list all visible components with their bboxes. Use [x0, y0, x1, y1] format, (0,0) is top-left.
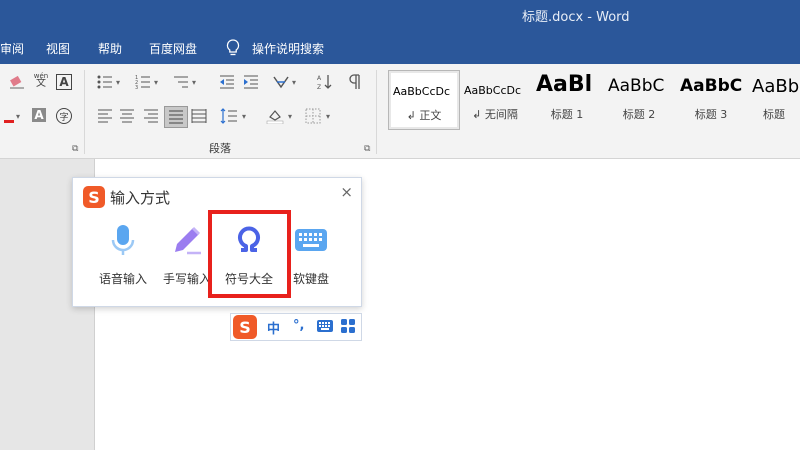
style-title[interactable]: AaBb 标题 [748, 70, 800, 128]
char-shading-icon[interactable]: A [32, 108, 46, 122]
menu-baidu-netdisk[interactable]: 百度网盘 [149, 40, 197, 57]
pencil-icon [175, 226, 201, 255]
style-name: 标题 [763, 108, 785, 121]
numbering-dropdown[interactable]: ▾ [154, 78, 158, 87]
svg-text:3: 3 [135, 85, 138, 89]
style-sample: AaBbCcDc [464, 84, 522, 97]
style-heading-2[interactable]: AaBbC 标题 2 [604, 70, 674, 128]
ime-status-toolbar: S 中 °, [230, 313, 362, 341]
style-normal[interactable]: AaBbCcDc ↲ 正文 [388, 70, 460, 130]
sort-icon[interactable]: AZ [316, 74, 334, 90]
increase-indent-icon[interactable] [242, 74, 260, 90]
punctuation-toggle[interactable]: °, [293, 318, 304, 333]
highlight-annotation-box [208, 210, 291, 298]
logo-letter: S [239, 317, 251, 337]
style-sample: AaBbC [680, 76, 743, 96]
align-center-icon[interactable] [118, 108, 136, 124]
logo-letter: S [88, 187, 100, 207]
enclose-char-text: 字 [59, 112, 69, 123]
borders-icon[interactable] [304, 108, 322, 124]
ribbon-separator [376, 70, 377, 154]
font-color-dropdown[interactable]: ▾ [16, 112, 20, 121]
bullets-dropdown[interactable]: ▾ [116, 78, 120, 87]
microphone-icon [111, 225, 135, 255]
menu-help[interactable]: 帮助 [98, 40, 122, 57]
grid-icon[interactable] [341, 319, 355, 333]
style-sample: AaBl [536, 72, 593, 97]
style-sample: AaBbC [608, 76, 665, 96]
menu-view[interactable]: 视图 [46, 40, 70, 57]
ime-panel-title: 输入方式 [110, 189, 171, 207]
multilevel-list-icon[interactable] [172, 74, 190, 90]
style-heading-3[interactable]: AaBbC 标题 3 [676, 70, 746, 128]
sogou-logo[interactable]: S [233, 315, 257, 339]
phonetic-char: 文 [36, 78, 46, 89]
lightbulb-icon[interactable] [226, 39, 240, 57]
shading-dropdown[interactable]: ▾ [288, 112, 292, 121]
menu-bar: 审阅 视图 帮助 百度网盘 操作说明搜索 [0, 32, 800, 64]
tell-me-search[interactable]: 操作说明搜索 [252, 40, 324, 57]
svg-text:Z: Z [317, 84, 321, 90]
keyboard-icon [295, 229, 327, 251]
paragraph-dialog-launcher[interactable]: ⧉ [364, 144, 370, 154]
enclose-char-icon[interactable]: 字 [56, 108, 72, 124]
ribbon-separator [84, 70, 85, 154]
style-sample: AaBb [752, 76, 800, 97]
align-left-icon[interactable] [96, 108, 114, 124]
paragraph-group-label: 段落 [209, 142, 231, 155]
chinese-layout-dropdown[interactable]: ▾ [292, 78, 296, 87]
title-bar: 标题.docx - Word [0, 0, 800, 32]
style-heading-1[interactable]: AaBl 标题 1 [532, 70, 602, 128]
svg-text:A: A [317, 75, 322, 82]
align-right-icon[interactable] [142, 108, 160, 124]
style-no-spacing[interactable]: AaBbCcDc ↲ 无间隔 [460, 70, 530, 128]
keyboard-icon[interactable] [317, 320, 333, 332]
clear-format-icon[interactable] [8, 74, 26, 90]
style-name: 标题 1 [550, 108, 584, 121]
chinese-mode-toggle[interactable]: 中 [267, 318, 280, 337]
style-name: 标题 2 [622, 108, 656, 121]
distributed-icon[interactable] [190, 108, 208, 124]
sogou-logo: S [83, 186, 105, 208]
chinese-layout-icon[interactable] [272, 74, 290, 90]
style-name: 标题 3 [694, 108, 728, 121]
decrease-indent-icon[interactable] [218, 74, 236, 90]
borders-dropdown[interactable]: ▾ [326, 112, 330, 121]
bullets-icon[interactable] [96, 74, 114, 90]
option-label: 语音输入 [98, 272, 147, 286]
font-dialog-launcher[interactable]: ⧉ [72, 144, 78, 154]
justify-icon[interactable] [164, 106, 188, 128]
voice-input-option[interactable]: 语音输入 [93, 222, 153, 292]
menu-review[interactable]: 审阅 [0, 40, 24, 57]
shading-icon[interactable] [266, 108, 284, 124]
numbering-icon[interactable]: 123 [134, 74, 152, 90]
phonetic-guide-icon[interactable]: wén 文 [32, 72, 50, 89]
style-sample: AaBbCcDc [393, 85, 451, 98]
multilevel-dropdown[interactable]: ▾ [192, 78, 196, 87]
window-title: 标题.docx - Word [522, 10, 630, 25]
char-border-icon[interactable]: A [56, 74, 72, 90]
style-name: ↲ 正文 [406, 109, 442, 122]
styles-gallery: AaBbCcDc ↲ 正文 AaBbCcDc ↲ 无间隔 AaBl 标题 1 A… [386, 70, 800, 130]
close-icon[interactable]: × [340, 183, 353, 201]
show-marks-icon[interactable] [346, 74, 364, 90]
style-name: ↲ 无间隔 [472, 108, 518, 121]
line-spacing-dropdown[interactable]: ▾ [242, 112, 246, 121]
line-spacing-icon[interactable] [220, 108, 238, 124]
